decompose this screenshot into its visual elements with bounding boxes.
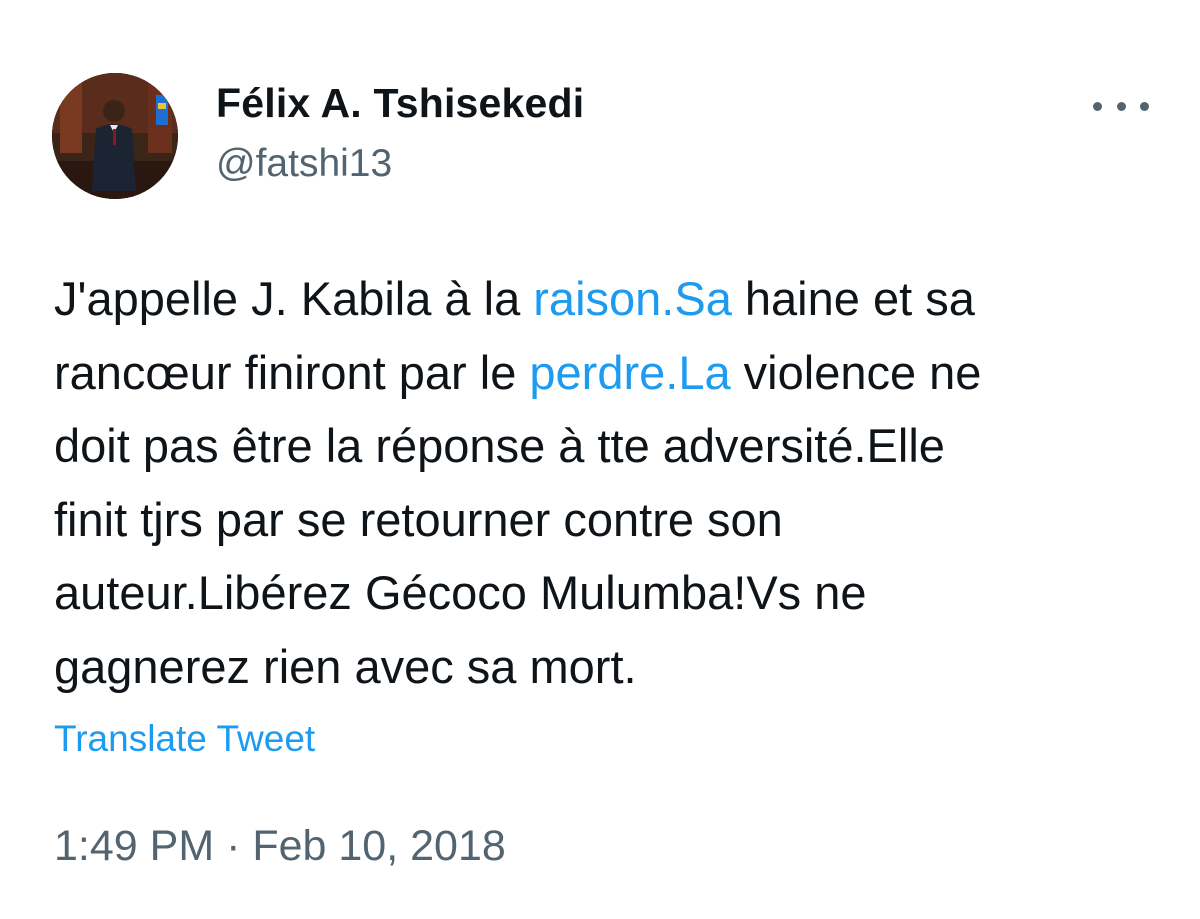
tweet-text-segment: haine et sa <box>731 272 975 325</box>
tweet-text-segment: auteur.Libérez Gécoco Mulumba!Vs ne <box>54 566 867 619</box>
tweet-text-segment: J'appelle J. Kabila à la <box>54 272 534 325</box>
tweet-text-segment: rancœur finiront par le <box>54 345 530 399</box>
translate-tweet-link[interactable]: Translate Tweet <box>54 718 315 760</box>
tweet-line: doit pas être la réponse à tte adversité… <box>54 409 1164 483</box>
author-display-name[interactable]: Félix A. Tshisekedi <box>216 80 584 127</box>
tweet-text: J'appelle J. Kabila à la raison.Sa haine… <box>54 262 1164 703</box>
hashtag-link[interactable]: perdre.La <box>529 346 730 399</box>
tweet-line: finit tjrs par se retourner contre son <box>54 483 1164 557</box>
author-handle[interactable]: @fatshi13 <box>216 142 392 186</box>
more-dot <box>1116 101 1126 111</box>
tweet-text-segment: violence ne <box>730 345 982 399</box>
tweet-timestamp[interactable]: 1:49 PM · Feb 10, 2018 <box>54 822 506 871</box>
tweet-line: gagnerez rien avec sa mort. <box>54 630 1164 704</box>
avatar-photo <box>52 73 178 199</box>
tweet-text-segment: doit pas être la réponse à tte adversité… <box>54 419 945 472</box>
more-options-icon[interactable] <box>1093 88 1149 124</box>
hashtag-link[interactable]: raison.Sa <box>533 272 732 325</box>
tweet-text-segment: gagnerez rien avec sa mort. <box>54 639 637 693</box>
tweet-text-segment: finit tjrs par se retourner contre son <box>54 492 783 546</box>
tweet-line: rancœur finiront par le perdre.La violen… <box>54 336 1164 410</box>
tweet-card: Félix A. Tshisekedi @fatshi13 J'appelle … <box>0 0 1200 919</box>
author-avatar[interactable] <box>52 73 178 199</box>
more-dot <box>1093 101 1102 111</box>
tweet-line: J'appelle J. Kabila à la raison.Sa haine… <box>54 262 1164 336</box>
more-dot <box>1140 101 1149 111</box>
tweet-line: auteur.Libérez Gécoco Mulumba!Vs ne <box>54 556 1164 630</box>
